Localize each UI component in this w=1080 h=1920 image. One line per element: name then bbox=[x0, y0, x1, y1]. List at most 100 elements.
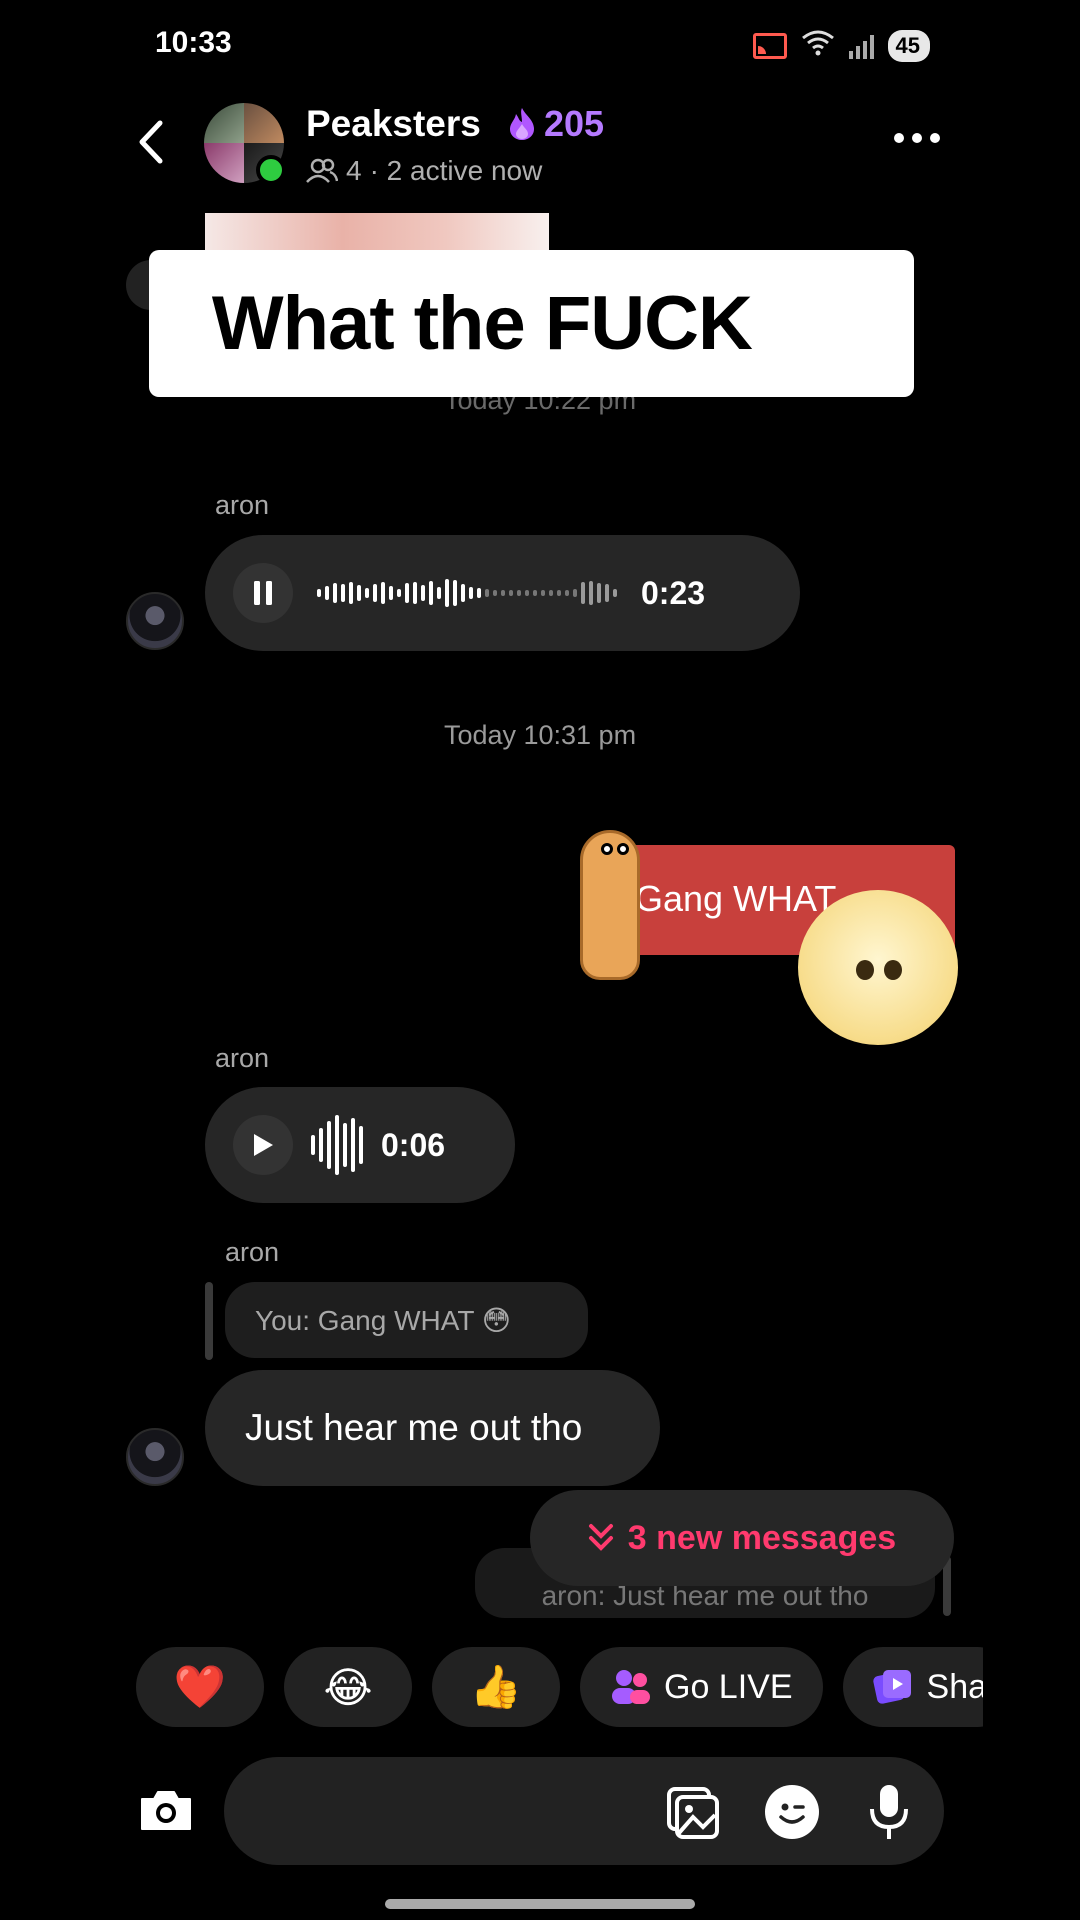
dog-sticker bbox=[580, 830, 640, 980]
sticker-message[interactable]: Gang WHAT bbox=[580, 830, 965, 1055]
more-options-icon[interactable] bbox=[894, 133, 940, 143]
mic-icon[interactable] bbox=[866, 1783, 912, 1841]
waveform-bar bbox=[541, 590, 545, 596]
waveform-bar bbox=[335, 1115, 339, 1175]
waveform-bar bbox=[581, 582, 585, 604]
popcorn-sticker bbox=[798, 890, 958, 1045]
status-time: 10:33 bbox=[155, 26, 232, 59]
waveform-bar bbox=[589, 581, 593, 605]
waveform-bar bbox=[605, 584, 609, 602]
waveform-bar bbox=[357, 585, 361, 601]
flame-icon bbox=[510, 108, 534, 140]
new-messages-label: 3 new messages bbox=[627, 1518, 897, 1557]
message-composer bbox=[0, 1757, 1080, 1865]
streak-count: 205 bbox=[544, 103, 605, 144]
group-name[interactable]: Peaksters bbox=[306, 103, 481, 145]
members-icon bbox=[306, 158, 338, 183]
people-icon bbox=[612, 1670, 650, 1704]
waveform-bar bbox=[501, 590, 505, 596]
pause-button[interactable] bbox=[233, 563, 293, 623]
waveform-bar bbox=[381, 582, 385, 604]
play-icon bbox=[254, 1134, 273, 1156]
waveform-bar bbox=[413, 582, 417, 604]
chat-thread[interactable]: Today 10:22 pm aron 0:23 Today 10:31 pm … bbox=[0, 205, 1080, 1625]
waveform-bar bbox=[359, 1126, 363, 1164]
waveform-bar bbox=[319, 1128, 323, 1162]
signal-icon bbox=[848, 33, 874, 59]
waveform-bar bbox=[453, 580, 457, 606]
voice-message[interactable]: 0:23 bbox=[205, 535, 800, 651]
caption-emoji: 😒 bbox=[773, 281, 852, 365]
waveform[interactable] bbox=[317, 579, 617, 607]
go-live-button[interactable]: Go LIVE bbox=[580, 1647, 823, 1727]
waveform-bar bbox=[461, 584, 465, 602]
waveform-bar bbox=[311, 1135, 315, 1155]
waveform-bar bbox=[351, 1118, 355, 1172]
waveform-bar bbox=[525, 590, 529, 596]
voice-duration: 0:06 bbox=[381, 1126, 446, 1163]
waveform-bar bbox=[429, 581, 433, 605]
waveform-bar bbox=[477, 588, 481, 598]
share-icon bbox=[872, 1670, 911, 1704]
sender-name: aron bbox=[215, 1043, 270, 1073]
waveform-bar bbox=[325, 586, 329, 600]
status-bar: 10:33 45 bbox=[0, 0, 1080, 90]
reply-preview[interactable]: You: Gang WHAT 😳 bbox=[225, 1282, 588, 1358]
battery-icon: 45 bbox=[887, 29, 930, 62]
share-label: Sha bbox=[926, 1667, 983, 1706]
waveform-bar bbox=[421, 585, 425, 601]
status-icons: 45 bbox=[752, 28, 930, 63]
waveform-bar bbox=[613, 589, 617, 597]
camera-icon[interactable] bbox=[138, 1787, 194, 1833]
reply-indicator bbox=[205, 1282, 213, 1360]
sticker-text: Gang WHAT bbox=[635, 878, 837, 919]
new-messages-button[interactable]: 3 new messages bbox=[530, 1490, 954, 1586]
text-message[interactable]: Just hear me out tho bbox=[205, 1370, 660, 1486]
laugh-reaction-button[interactable]: 😂 bbox=[284, 1647, 412, 1727]
waveform-bar bbox=[349, 582, 353, 604]
voice-message[interactable]: 0:06 bbox=[205, 1087, 515, 1203]
online-indicator bbox=[256, 155, 286, 185]
voice-duration: 0:23 bbox=[641, 574, 706, 611]
home-indicator[interactable] bbox=[385, 1899, 695, 1909]
pause-icon bbox=[254, 581, 272, 605]
waveform-bar bbox=[373, 584, 377, 602]
caption-text: What the FUCK bbox=[211, 281, 753, 366]
waveform-bar bbox=[485, 589, 489, 597]
streak-badge: 205 bbox=[506, 103, 604, 145]
wifi-icon bbox=[801, 28, 835, 63]
waveform-bar bbox=[549, 590, 553, 596]
waveform-bar bbox=[517, 590, 521, 596]
waveform-bar bbox=[437, 587, 441, 599]
waveform-bar bbox=[343, 1123, 347, 1167]
thumbs-up-reaction-button[interactable]: 👍 bbox=[432, 1647, 560, 1727]
member-count: 4 bbox=[346, 155, 362, 186]
quick-actions-row[interactable]: ❤️ 😂 👍 Go LIVE Sha bbox=[136, 1647, 983, 1727]
avatar[interactable] bbox=[126, 592, 184, 650]
waveform-bar bbox=[333, 583, 337, 603]
members-line: 4 · 2 active now bbox=[306, 155, 542, 187]
waveform[interactable] bbox=[311, 1115, 363, 1175]
cast-icon bbox=[752, 32, 787, 59]
battery-level: 45 bbox=[895, 32, 920, 58]
heart-reaction-button[interactable]: ❤️ bbox=[136, 1647, 264, 1727]
waveform-bar bbox=[397, 589, 401, 597]
previous-image-message[interactable] bbox=[205, 213, 549, 255]
go-live-label: Go LIVE bbox=[664, 1667, 793, 1706]
play-button[interactable] bbox=[233, 1115, 293, 1175]
avatar[interactable] bbox=[126, 1428, 184, 1486]
back-arrow-icon[interactable] bbox=[132, 117, 172, 167]
double-chevron-down-icon bbox=[588, 1524, 613, 1551]
waveform-bar bbox=[573, 589, 577, 597]
waveform-bar bbox=[565, 590, 569, 596]
waveform-bar bbox=[389, 586, 393, 600]
sticker-icon[interactable] bbox=[765, 1785, 819, 1839]
share-button[interactable]: Sha bbox=[842, 1647, 983, 1727]
chat-header: Peaksters 205 4 · 2 active now bbox=[0, 95, 1080, 195]
sender-name: aron bbox=[225, 1237, 280, 1267]
gallery-icon[interactable] bbox=[665, 1785, 721, 1841]
message-input[interactable] bbox=[224, 1757, 944, 1865]
waveform-bar bbox=[557, 590, 561, 596]
waveform-bar bbox=[509, 590, 513, 596]
waveform-bar bbox=[365, 588, 369, 598]
